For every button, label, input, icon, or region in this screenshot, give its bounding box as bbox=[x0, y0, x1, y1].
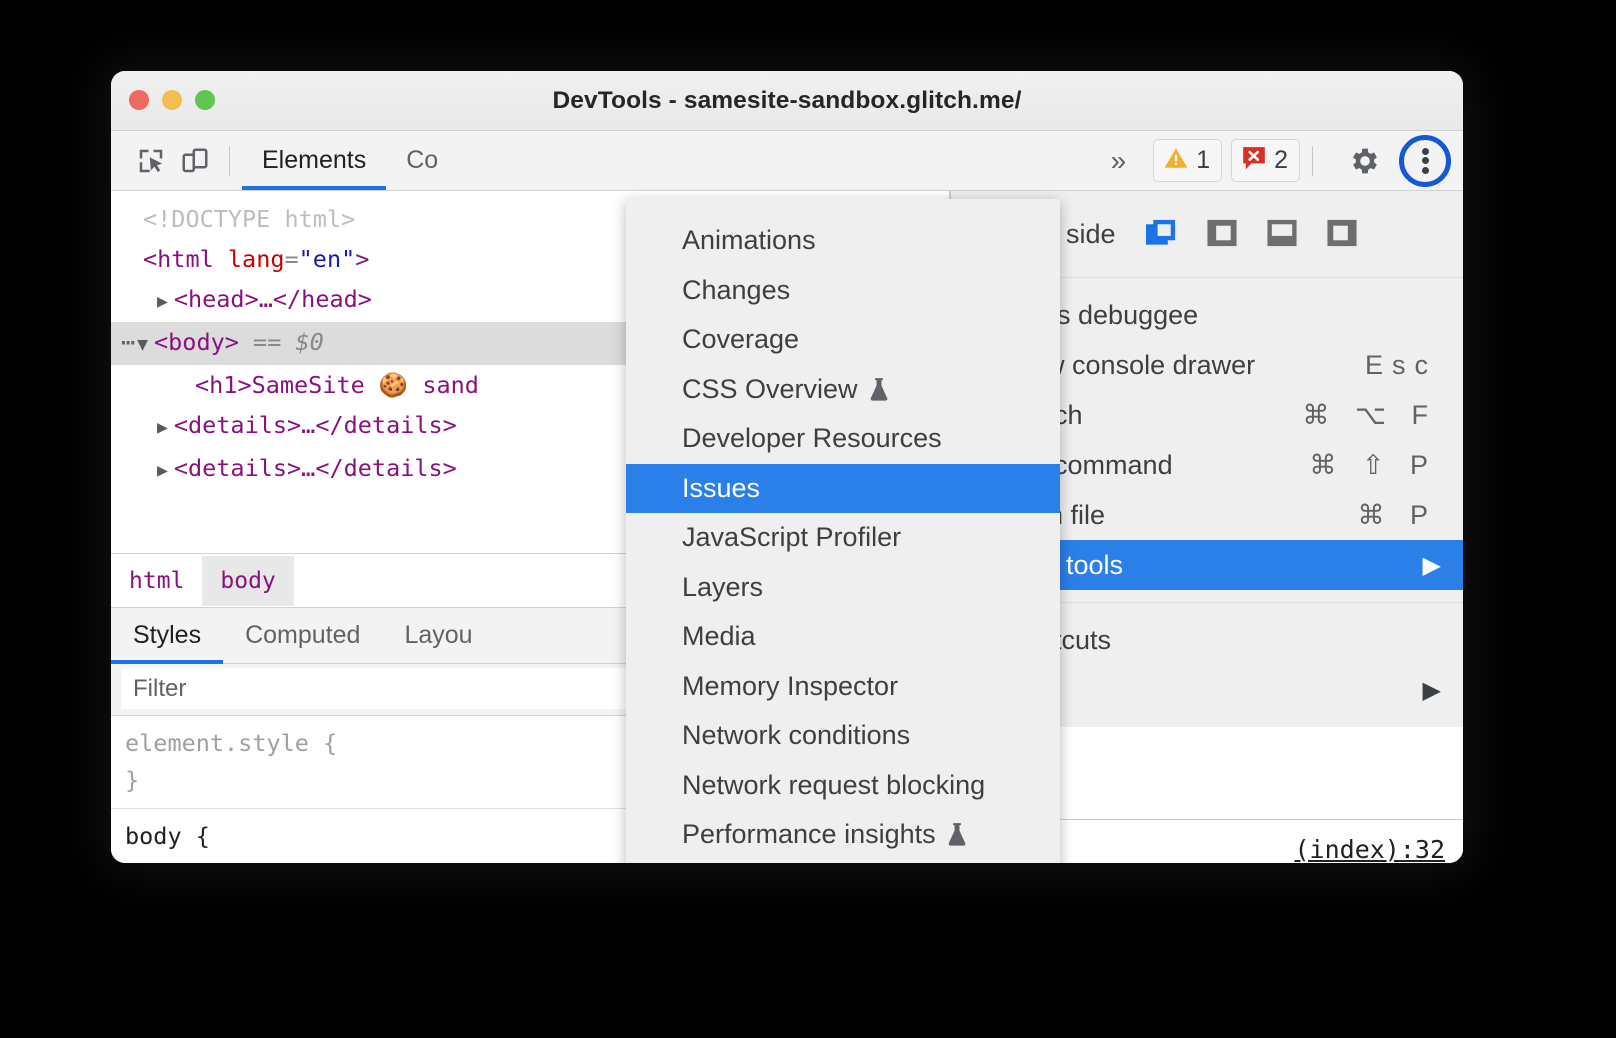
submenu-item-animations[interactable]: Animations bbox=[626, 216, 1060, 266]
submenu-item-label: JavaScript Profiler bbox=[682, 522, 901, 553]
tab-layout-label: Layou bbox=[404, 621, 472, 650]
submenu-item-changes[interactable]: Changes bbox=[626, 266, 1060, 316]
submenu-item-javascript-profiler[interactable]: JavaScript Profiler bbox=[626, 513, 1060, 563]
toolbar-divider bbox=[229, 146, 230, 176]
warning-triangle-icon bbox=[1163, 145, 1189, 176]
submenu-item-network-request-blocking[interactable]: Network request blocking bbox=[626, 761, 1060, 811]
tab-console[interactable]: Co bbox=[386, 131, 458, 190]
inspect-element-icon[interactable] bbox=[129, 139, 173, 183]
kebab-dot-2 bbox=[1422, 157, 1429, 164]
submenu-item-label: Media bbox=[682, 621, 756, 652]
menu-item-shortcut: ⌘ ⇧ P bbox=[1309, 450, 1441, 481]
panel-tabs: Elements Co bbox=[242, 131, 458, 190]
minimize-window-button[interactable] bbox=[162, 90, 182, 110]
submenu-arrow-icon: ▶ bbox=[1423, 551, 1441, 580]
submenu-item-label: Layers bbox=[682, 572, 763, 603]
tab-styles-label: Styles bbox=[133, 621, 201, 650]
error-bubble-icon bbox=[1241, 145, 1267, 176]
close-window-button[interactable] bbox=[129, 90, 149, 110]
submenu-top-padding bbox=[626, 199, 1060, 216]
window-title: DevTools - samesite-sandbox.glitch.me/ bbox=[111, 87, 1463, 115]
submenu-arrow-icon: ▶ bbox=[1423, 676, 1441, 705]
context-dots-icon[interactable]: ⋯ bbox=[111, 328, 137, 356]
experiment-flask-icon bbox=[868, 376, 890, 409]
zoom-window-button[interactable] bbox=[195, 90, 215, 110]
source-link[interactable]: (index):32 bbox=[1294, 835, 1445, 863]
collapse-triangle-icon[interactable]: ▼ bbox=[137, 334, 154, 355]
menu-item-shortcut: ⌘ P bbox=[1357, 500, 1441, 531]
submenu-item-performance-insights[interactable]: Performance insights bbox=[626, 810, 1060, 860]
css-value: sans-seri bbox=[353, 859, 480, 863]
devtools-toolbar: Elements Co » 1 bbox=[111, 131, 1463, 191]
submenu-item-layers[interactable]: Layers bbox=[626, 563, 1060, 613]
dom-row-label: <details>…</details> bbox=[174, 454, 457, 482]
submenu-item-label: Network conditions bbox=[682, 720, 910, 751]
menu-item-shortcut: Esc bbox=[1365, 350, 1441, 381]
gear-icon[interactable] bbox=[1341, 137, 1389, 185]
submenu-item-memory-inspector[interactable]: Memory Inspector bbox=[626, 662, 1060, 712]
breadcrumb-item-html[interactable]: html bbox=[111, 556, 202, 606]
submenu-item-label: CSS Overview bbox=[682, 374, 858, 405]
dock-side-options bbox=[1144, 217, 1362, 251]
toolbar-divider-2 bbox=[1312, 146, 1313, 176]
submenu-item-media[interactable]: Media bbox=[626, 612, 1060, 662]
screenshot-root: DevTools - samesite-sandbox.glitch.me/ bbox=[0, 0, 1616, 1038]
tab-console-label: Co bbox=[406, 146, 438, 175]
submenu-item-issues[interactable]: Issues bbox=[626, 464, 1060, 514]
device-toolbar-icon[interactable] bbox=[173, 139, 217, 183]
submenu-item-css-overview[interactable]: CSS Overview bbox=[626, 365, 1060, 415]
breadcrumb-item-body[interactable]: body bbox=[202, 556, 293, 606]
submenu-item-network-conditions[interactable]: Network conditions bbox=[626, 711, 1060, 761]
window-title-bar: DevTools - samesite-sandbox.glitch.me/ bbox=[111, 71, 1463, 131]
kebab-dot-1 bbox=[1422, 148, 1429, 155]
tab-layout[interactable]: Layou bbox=[382, 608, 494, 663]
selected-node-ref: == $0 bbox=[253, 328, 324, 356]
more-tabs-chevron-icon[interactable]: » bbox=[1093, 145, 1145, 177]
error-counter[interactable]: 2 bbox=[1231, 139, 1300, 182]
dom-row-label: <details>…</details> bbox=[174, 411, 457, 439]
submenu-item-label: Changes bbox=[682, 275, 790, 306]
kebab-dot-3 bbox=[1422, 167, 1429, 174]
expand-triangle-icon[interactable]: ▶ bbox=[157, 291, 174, 312]
submenu-item-label: Network request blocking bbox=[682, 770, 985, 801]
warning-counter[interactable]: 1 bbox=[1153, 139, 1222, 182]
attr-value: "en" bbox=[299, 245, 356, 273]
submenu-item-label: Issues bbox=[682, 473, 760, 504]
tab-styles[interactable]: Styles bbox=[111, 608, 223, 663]
submenu-item-performance-monitor[interactable]: Performance monitor bbox=[626, 860, 1060, 864]
error-count: 2 bbox=[1274, 146, 1288, 175]
submenu-item-label: Coverage bbox=[682, 324, 799, 355]
submenu-item-label: Animations bbox=[682, 225, 816, 256]
tab-computed-label: Computed bbox=[245, 621, 360, 650]
expand-triangle-icon[interactable]: ▶ bbox=[157, 417, 174, 438]
css-property: font-family bbox=[169, 859, 325, 863]
submenu-item-coverage[interactable]: Coverage bbox=[626, 315, 1060, 365]
experiment-flask-icon bbox=[946, 821, 968, 854]
dock-to-bottom-icon[interactable] bbox=[1264, 217, 1302, 251]
submenu-item-label: Memory Inspector bbox=[682, 671, 898, 702]
submenu-item-developer-resources[interactable]: Developer Resources bbox=[626, 414, 1060, 464]
dom-row-label: <h1>SameSite 🍪 sand bbox=[195, 371, 479, 399]
devtools-window: DevTools - samesite-sandbox.glitch.me/ bbox=[111, 71, 1463, 863]
undock-into-separate-window-icon[interactable] bbox=[1144, 217, 1182, 251]
submenu-item-label: Performance insights bbox=[682, 819, 936, 850]
dock-to-right-icon[interactable] bbox=[1324, 217, 1362, 251]
dom-row-label: <body> bbox=[154, 328, 239, 356]
tag-name: html bbox=[157, 245, 214, 273]
tab-computed[interactable]: Computed bbox=[223, 608, 382, 663]
more-tools-submenu: Animations Changes Coverage CSS Overview… bbox=[626, 199, 1060, 863]
tab-elements-label: Elements bbox=[262, 146, 366, 175]
expand-triangle-icon[interactable]: ▶ bbox=[157, 460, 174, 481]
menu-item-shortcut: ⌘ ⌥ F bbox=[1302, 400, 1441, 431]
submenu-item-label: Developer Resources bbox=[682, 423, 942, 454]
kebab-menu-icon[interactable] bbox=[1399, 135, 1451, 187]
attr-name: lang bbox=[228, 245, 285, 273]
dom-row-label: <head>…</head> bbox=[174, 285, 372, 313]
toolbar-right-group: » 1 bbox=[1093, 135, 1451, 187]
warning-count: 1 bbox=[1196, 146, 1210, 175]
dock-to-left-icon[interactable] bbox=[1204, 217, 1242, 251]
window-traffic-lights bbox=[129, 90, 215, 110]
tab-elements[interactable]: Elements bbox=[242, 131, 386, 190]
